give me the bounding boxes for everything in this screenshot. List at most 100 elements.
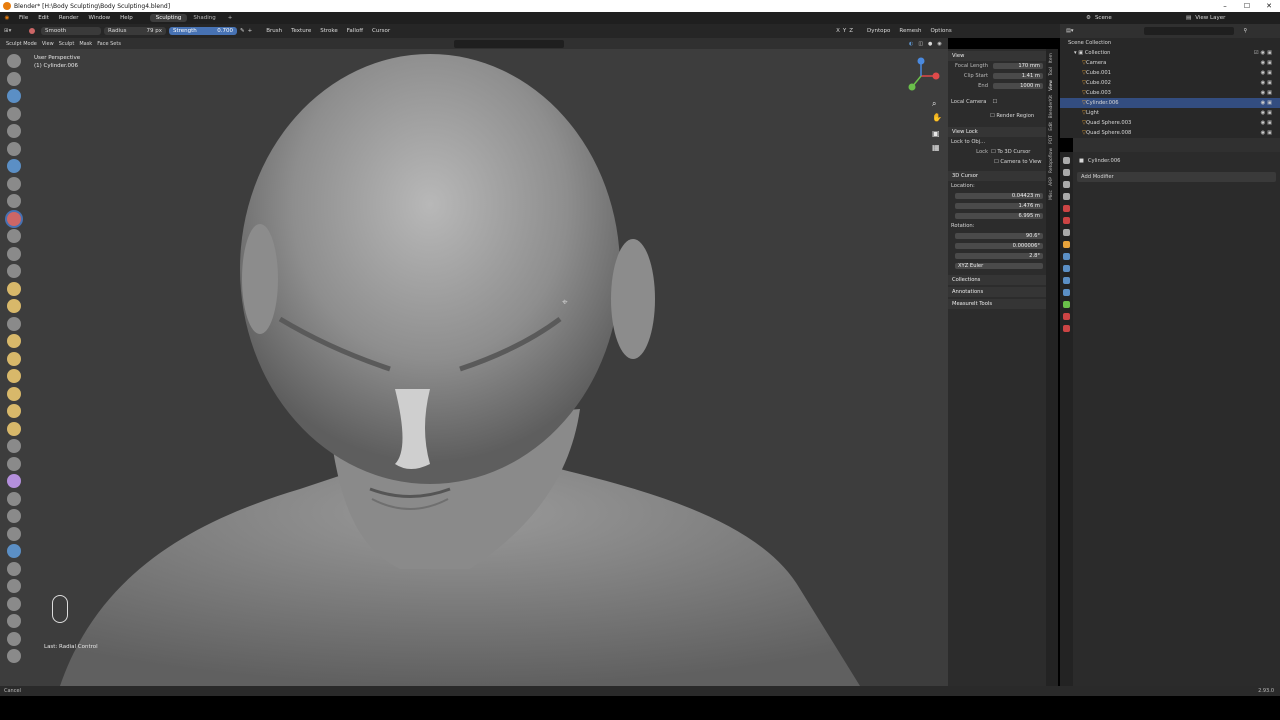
tab-tool[interactable]: Tool: [1049, 67, 1054, 76]
tool-clay-thumb[interactable]: [7, 124, 21, 138]
tool-elastic-deform[interactable]: [7, 334, 21, 348]
visibility-toggle-icon[interactable]: ◉▣: [1261, 100, 1274, 106]
cursor-menu[interactable]: Cursor: [369, 28, 393, 34]
tool-box-trim[interactable]: [7, 614, 21, 628]
scene-selector[interactable]: ⚙ Scene: [1086, 15, 1112, 21]
sculpt-menu[interactable]: Sculpt: [59, 41, 75, 47]
tool-multires-displacement[interactable]: [7, 544, 21, 558]
cursor-rotation-z-field[interactable]: 2.8°: [955, 253, 1043, 259]
view-section-header[interactable]: View: [948, 51, 1046, 61]
tab-retopoflow[interactable]: Retopoflow: [1049, 148, 1054, 173]
tool-grab[interactable]: [7, 316, 21, 331]
tool-box-mask[interactable]: [7, 561, 21, 576]
menu-edit[interactable]: Edit: [33, 15, 54, 21]
outliner-collection[interactable]: ▾ ▣ Collection ☑◉▣: [1060, 48, 1280, 58]
measureit-section-header[interactable]: MeasureIt Tools: [948, 299, 1046, 309]
3d-cursor-section-header[interactable]: 3D Cursor: [948, 171, 1046, 181]
add-workspace-button[interactable]: +: [222, 14, 239, 22]
close-icon[interactable]: ✕: [1258, 2, 1280, 10]
tool-mesh-filter[interactable]: [7, 631, 21, 646]
tab-blenderkit[interactable]: BlenderKit: [1049, 95, 1054, 118]
brush-name-field[interactable]: Smooth: [41, 27, 101, 35]
menu-render[interactable]: Render: [54, 15, 84, 21]
maximize-icon[interactable]: ☐: [1236, 2, 1258, 10]
view-menu[interactable]: View: [42, 41, 54, 47]
filter-icon[interactable]: ⚲: [1244, 28, 1248, 34]
view-layer-props-icon[interactable]: [1063, 193, 1070, 200]
tab-item[interactable]: Item: [1049, 53, 1054, 63]
tool-rotate[interactable]: [7, 421, 21, 436]
brush-menu[interactable]: Brush: [263, 28, 285, 34]
outliner-item[interactable]: ▽ Cube.003 ◉▣: [1060, 88, 1280, 98]
pressure-toggle-icon[interactable]: ✎: [240, 28, 245, 34]
overlay-toggle-icon[interactable]: ◐: [909, 41, 913, 47]
annotations-section-header[interactable]: Annotations: [948, 287, 1046, 297]
outliner-editor-icon[interactable]: ▤▾: [1066, 28, 1074, 34]
sculpt-mode-dropdown[interactable]: Sculpt Mode: [6, 41, 37, 47]
collections-section-header[interactable]: Collections: [948, 275, 1046, 285]
face-sets-menu[interactable]: Face Sets: [97, 41, 121, 47]
outliner-item[interactable]: ▽ Cylinder.006 ◉▣: [1060, 98, 1280, 108]
tool-scrape[interactable]: [7, 264, 21, 278]
outliner-search-input[interactable]: [1143, 27, 1234, 35]
constraint-props-icon[interactable]: [1063, 289, 1070, 296]
world-props-icon[interactable]: [1063, 217, 1070, 224]
tool-clay-strips[interactable]: [7, 106, 21, 121]
outliner-item[interactable]: ▽ Light ◉▣: [1060, 108, 1280, 118]
camera-view-icon[interactable]: ▣: [932, 129, 940, 138]
tool-box-hide[interactable]: [7, 579, 21, 593]
tool-inflate[interactable]: [7, 159, 21, 173]
tool-crease[interactable]: [7, 194, 21, 208]
tool-box-face-set[interactable]: [7, 596, 21, 611]
strength-field[interactable]: Strength 0.700: [169, 27, 237, 35]
view-lock-section-header[interactable]: View Lock: [948, 127, 1046, 137]
outliner-item[interactable]: ▽ Quad Sphere.003 ◉▣: [1060, 118, 1280, 128]
shading-solid-icon[interactable]: ●: [928, 41, 932, 47]
shading-material-icon[interactable]: ◉: [937, 41, 941, 47]
render-props-icon[interactable]: [1063, 169, 1070, 176]
clip-end-field[interactable]: 1000 m: [993, 83, 1043, 89]
visibility-toggle-icon[interactable]: ◉▣: [1261, 80, 1274, 86]
tool-snake-hook[interactable]: [7, 351, 21, 366]
visibility-toggle-icon[interactable]: ◉▣: [1261, 70, 1274, 76]
3d-viewport[interactable]: User Perspective (1) Cylinder.006 ⌕ ✋ ▣ …: [0, 49, 948, 686]
editor-type-icon[interactable]: ⊞▾: [4, 28, 26, 34]
tool-simplify[interactable]: [7, 491, 21, 506]
tab-edit[interactable]: Edit: [1049, 122, 1054, 131]
menu-window[interactable]: Window: [83, 15, 115, 21]
modifier-props-icon[interactable]: [1063, 253, 1070, 260]
tool-boundary[interactable]: [7, 456, 21, 471]
viewport-search-bar[interactable]: [453, 39, 564, 48]
stroke-menu[interactable]: Stroke: [317, 28, 341, 34]
navigation-gizmo[interactable]: [900, 55, 942, 97]
tool-thumb[interactable]: [7, 369, 21, 383]
visibility-toggle-icon[interactable]: ◉▣: [1261, 110, 1274, 116]
tool-layer[interactable]: [7, 141, 21, 156]
tab-misc[interactable]: Misc: [1049, 190, 1054, 200]
particle-props-icon[interactable]: [1063, 265, 1070, 272]
tool-draw[interactable]: [7, 54, 21, 68]
workspace-tab-shading[interactable]: Shading: [187, 14, 221, 22]
material-props-icon[interactable]: [1063, 313, 1070, 320]
falloff-menu[interactable]: Falloff: [344, 28, 366, 34]
local-camera-checkbox[interactable]: ☐: [992, 99, 997, 105]
view-layer-selector[interactable]: ▤ View Layer: [1186, 15, 1225, 21]
cursor-location-z-field[interactable]: 6.995 m: [955, 213, 1043, 219]
xray-toggle-icon[interactable]: ◫: [918, 41, 923, 47]
rotation-mode-dropdown[interactable]: XYZ Euler: [955, 263, 1043, 269]
tool-transform[interactable]: [7, 649, 21, 663]
radius-field[interactable]: Radius 79 px: [104, 27, 166, 35]
tool-smooth[interactable]: [7, 211, 21, 226]
texture-props-icon[interactable]: [1063, 325, 1070, 332]
tool-slide-relax[interactable]: [7, 439, 21, 453]
tool-props-icon[interactable]: [1063, 157, 1070, 164]
zoom-icon[interactable]: ⌕: [932, 99, 936, 109]
menu-help[interactable]: Help: [115, 15, 138, 21]
tool-blob[interactable]: [7, 176, 21, 191]
tool-flatten[interactable]: [7, 229, 21, 243]
symmetry-z-toggle[interactable]: Z: [849, 28, 853, 34]
visibility-toggle-icon[interactable]: ◉▣: [1261, 60, 1274, 66]
direction-add-icon[interactable]: +: [248, 28, 253, 34]
tab-view[interactable]: View: [1049, 80, 1054, 91]
tool-pinch[interactable]: [7, 299, 21, 313]
